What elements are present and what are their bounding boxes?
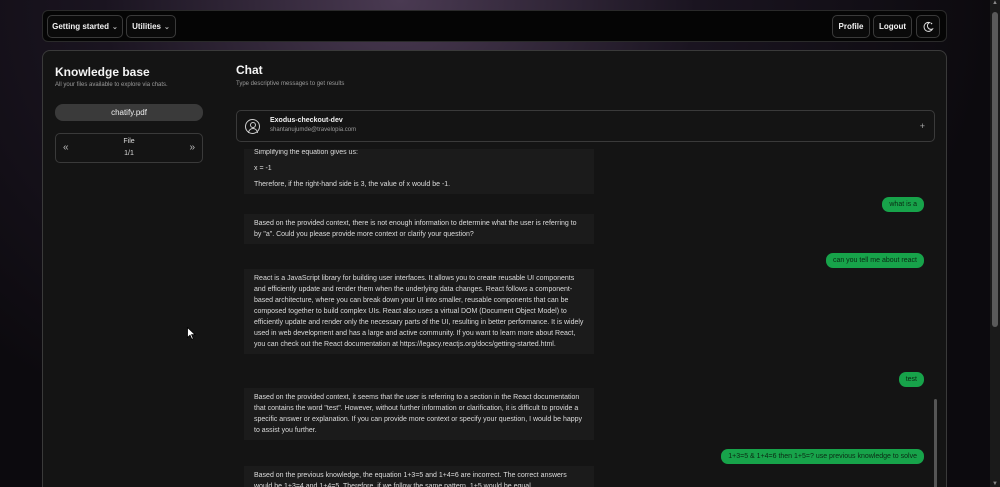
bot-message-line: React is a JavaScript library for buildi…	[254, 275, 584, 348]
plus-icon[interactable]: +	[920, 121, 925, 131]
double-chevron-right-icon[interactable]: »	[189, 142, 195, 153]
page-scrollbar-thumb[interactable]	[992, 12, 998, 327]
bot-message: Based on the provided context, there is …	[244, 214, 594, 244]
conversation-name: Exodus-checkout-dev	[270, 117, 343, 124]
utilities-label: Utilities	[132, 22, 162, 31]
conversation-email: shantanujumde@travelopia.com	[270, 127, 357, 133]
message-list: Simplifying the equation gives us: x = -…	[236, 149, 936, 487]
main-panel: Knowledge base All your files available …	[42, 50, 947, 487]
bot-message-line: Based on the provided context, there is …	[254, 220, 577, 238]
bot-message-line: Simplifying the equation gives us:	[254, 149, 358, 156]
user-message: 1+3=5 & 1+4=6 then 1+5=? use previous kn…	[721, 449, 924, 464]
user-avatar-icon	[245, 119, 260, 134]
knowledge-base-subtitle: All your files available to explore via …	[55, 82, 168, 88]
bot-message-line: Therefore, if the right-hand side is 3, …	[254, 181, 451, 188]
scroll-down-arrow-icon[interactable]: ▼	[990, 481, 1000, 487]
chevron-down-icon: ⌄	[164, 23, 170, 31]
user-message: test	[898, 372, 924, 387]
chat-subtitle: Type descriptive messages to get results	[236, 81, 345, 87]
bot-message-line: Based on the previous knowledge, the equ…	[254, 472, 567, 487]
user-message: what is a	[882, 197, 924, 212]
logout-button[interactable]: Logout	[873, 15, 912, 38]
chat-title: Chat	[236, 63, 263, 77]
bot-message: Based on the previous knowledge, the equ…	[244, 466, 594, 487]
scroll-up-arrow-icon[interactable]: ▲	[990, 0, 1000, 6]
chat-scrollbar-thumb[interactable]	[934, 399, 937, 487]
file-chip[interactable]: chatify.pdf	[55, 104, 203, 121]
pager-count: 1/1	[124, 150, 134, 157]
page-scrollbar[interactable]: ▲ ▼	[990, 0, 1000, 487]
bot-message: Simplifying the equation gives us: x = -…	[244, 149, 594, 194]
moon-sun-icon	[923, 21, 934, 32]
mouse-cursor-icon	[187, 327, 196, 340]
theme-toggle-button[interactable]	[916, 15, 940, 38]
profile-button[interactable]: Profile	[832, 15, 870, 38]
pager-label: File	[123, 138, 135, 145]
getting-started-label: Getting started	[52, 22, 110, 31]
bot-message: Based on the provided context, it seems …	[244, 388, 594, 440]
bot-message-line: x = -1	[254, 165, 272, 172]
top-navbar: Getting started ⌄ Utilities ⌄ Profile Lo…	[42, 10, 947, 42]
bot-message: React is a JavaScript library for buildi…	[244, 269, 594, 354]
knowledge-base-title: Knowledge base	[55, 65, 150, 79]
file-pager: « File 1/1 »	[55, 133, 203, 163]
bot-message-line: Based on the provided context, it seems …	[254, 394, 583, 434]
utilities-menu-button[interactable]: Utilities ⌄	[126, 15, 176, 38]
chevron-down-icon: ⌄	[112, 23, 118, 31]
conversation-header[interactable]: Exodus-checkout-dev shantanujumde@travel…	[236, 110, 935, 142]
chat-scrollbar[interactable]	[934, 149, 937, 487]
user-message: can you tell me about react	[825, 253, 924, 268]
getting-started-menu-button[interactable]: Getting started ⌄	[47, 15, 123, 38]
